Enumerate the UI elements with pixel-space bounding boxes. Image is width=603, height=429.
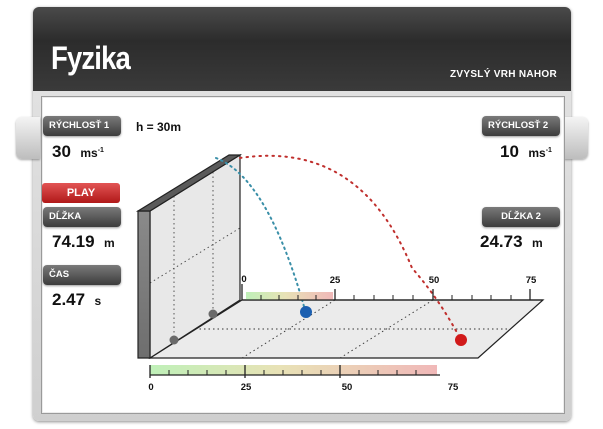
back-tick-50: 50 [429,275,440,286]
ball-2 [300,306,312,318]
front-tick-50: 50 [342,382,353,393]
speed2-label: RÝCHLOSŤ 2 [482,116,560,136]
speed2-number: 10 [500,142,519,161]
length-unit: m [104,236,115,250]
speed1-unit-exp: -1 [97,147,104,154]
length-value: 74.19 m [52,232,115,252]
play-button[interactable]: PLAY [42,183,120,203]
time-unit: s [94,294,102,308]
speed1-unit: ms [80,146,98,160]
time-label: ČAS [43,265,121,285]
speed2-unit-exp: -1 [545,147,552,154]
ball-1 [455,334,467,346]
height-label: h = 30m [136,120,182,134]
length2-number: 24.73 [480,232,523,251]
front-tick-75: 75 [448,382,459,393]
length-label: DĹŽKA [43,207,121,227]
speed1-number: 30 [52,142,71,161]
front-ruler: 0 25 50 75 [148,365,459,393]
speed2-value[interactable]: 10 ms-1 [500,142,552,162]
length2-value: 24.73 m [480,232,543,252]
length2-unit: m [532,236,543,250]
back-tick-75: 75 [526,275,537,286]
front-tick-0: 0 [148,382,153,393]
speed1-label: RÝCHLOSŤ 1 [43,116,121,136]
speed2-unit: ms [528,146,546,160]
length2-label: DĹŽKA 2 [482,207,560,227]
length-number: 74.19 [52,232,95,251]
front-tick-25: 25 [241,382,252,393]
time-value: 2.47 s [52,290,101,310]
ball-2-shadow [208,309,218,319]
speed1-value[interactable]: 30 ms-1 [52,142,104,162]
tower-front [137,210,151,359]
back-tick-25: 25 [330,275,341,286]
back-ruler: 0 25 50 75 [241,274,543,301]
back-tick-0: 0 [241,274,246,285]
ball-1-shadow [169,335,179,345]
time-number: 2.47 [52,290,86,309]
